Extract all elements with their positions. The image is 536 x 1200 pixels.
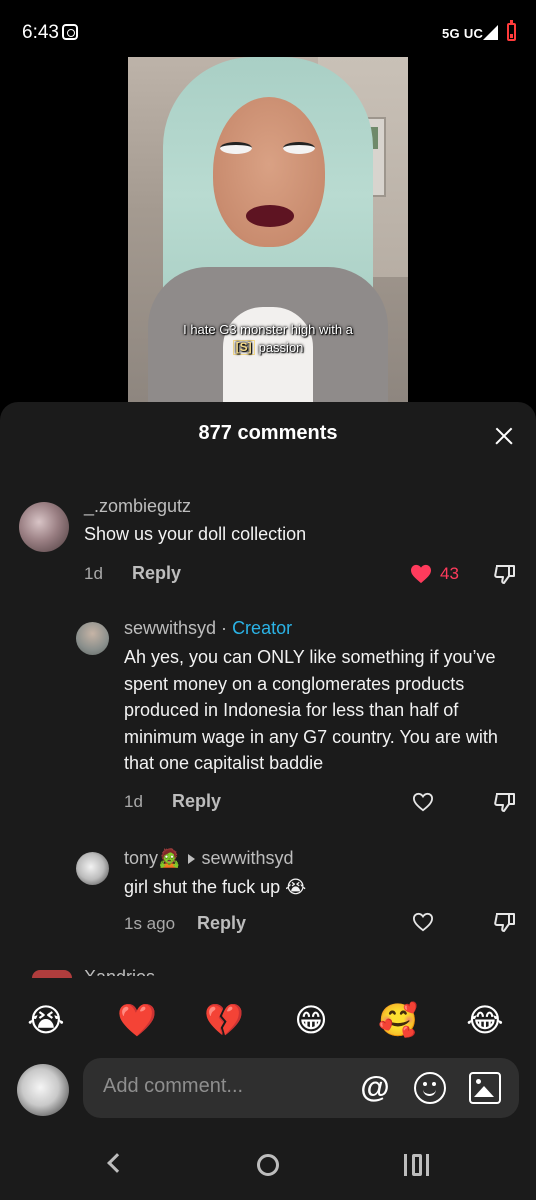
heart-outline-icon[interactable] <box>412 912 434 932</box>
like-count: 43 <box>440 564 459 583</box>
video-caption-line2: passion <box>258 340 304 355</box>
emoji-crying-button[interactable]: 😭 <box>24 1000 68 1040</box>
mention-icon[interactable]: @ <box>359 1072 391 1104</box>
comment-input-row: Add comment... @ <box>0 1048 536 1128</box>
video-subject-eye-right <box>283 142 315 154</box>
signal-icon <box>483 25 498 40</box>
emoji-icon[interactable] <box>414 1072 446 1104</box>
battery-icon <box>507 20 516 41</box>
reply-to-username[interactable]: sewwithsyd <box>201 848 293 868</box>
recent-apps-bar-right <box>426 1154 429 1176</box>
back-icon[interactable] <box>107 1153 127 1173</box>
username-separator: · <box>221 618 228 638</box>
video-subject-lips <box>246 205 294 227</box>
instagram-notification-icon <box>62 24 78 40</box>
heart-outline-icon[interactable] <box>412 792 434 812</box>
comment-time: 1s ago <box>124 914 176 933</box>
comment-time: 1d <box>124 792 143 811</box>
image-icon[interactable] <box>469 1072 501 1104</box>
comment-username[interactable]: _.zombiegutz <box>84 496 191 517</box>
video-subject-eye-left <box>220 142 252 154</box>
comment-username[interactable]: Xandrios <box>84 966 155 976</box>
reply-button[interactable]: Reply <box>132 563 181 584</box>
reply-button[interactable]: Reply <box>197 913 246 934</box>
dislike-icon[interactable] <box>493 910 517 934</box>
video-caption: I hate G3 monster high with a [S] passio… <box>148 321 388 356</box>
emoji-laughing-button[interactable]: 😂 <box>463 1000 507 1040</box>
emoji-broken-heart-button[interactable]: 💔 <box>202 1000 246 1040</box>
comment-input[interactable]: Add comment... @ <box>83 1058 519 1118</box>
my-avatar <box>17 1064 69 1116</box>
video-caption-line1: I hate G3 monster high with a <box>183 322 353 337</box>
comments-count-title: 877 comments <box>198 422 338 444</box>
creator-badge: Creator <box>232 618 293 638</box>
reply-arrow-icon <box>188 853 196 864</box>
avatar[interactable] <box>32 970 72 978</box>
close-icon[interactable] <box>490 422 520 452</box>
recent-apps-icon[interactable] <box>404 1154 430 1176</box>
caption-sticker: [S] <box>232 340 255 355</box>
system-navigation-bar <box>0 1128 536 1200</box>
comment-username[interactable]: tony🧟 <box>124 848 180 868</box>
comment-username[interactable]: sewwithsyd <box>124 618 216 638</box>
reply-button[interactable]: Reply <box>172 791 221 812</box>
comment-text: girl shut the fuck up 😭 <box>124 877 307 897</box>
emoji-hearts-face-button[interactable]: 🥰 <box>376 1000 420 1040</box>
comment-username-row: sewwithsyd · Creator <box>124 618 292 639</box>
status-time: 6:43 <box>22 22 59 43</box>
recent-apps-box <box>412 1154 422 1176</box>
dislike-icon[interactable] <box>493 790 517 814</box>
emoji-quick-bar: 😭 ❤️ 💔 😁 🥰 😂 <box>0 992 536 1048</box>
emoji-heart-button[interactable]: ❤️ <box>115 1000 159 1040</box>
avatar[interactable] <box>76 852 109 885</box>
network-type: 5G UC <box>442 26 484 41</box>
heart-filled-icon[interactable] <box>410 564 432 584</box>
recent-apps-bar-left <box>404 1154 407 1176</box>
avatar[interactable] <box>76 622 109 655</box>
comment-text: Show us your doll collection <box>84 524 307 544</box>
home-icon[interactable] <box>257 1154 279 1176</box>
comment-time: 1d <box>84 564 103 583</box>
video-player[interactable]: I hate G3 monster high with a [S] passio… <box>128 57 408 402</box>
emoji-grin-button[interactable]: 😁 <box>289 1000 333 1040</box>
avatar[interactable] <box>19 502 69 552</box>
comment-username-row: tony🧟 sewwithsyd <box>124 848 293 869</box>
comment-input-placeholder: Add comment... <box>103 1075 244 1097</box>
comment-text: Ah yes, you can ONLY like something if y… <box>124 647 498 773</box>
status-bar: 6:43 5G UC <box>0 0 536 64</box>
dislike-icon[interactable] <box>493 562 517 586</box>
video-caption-line2-wrap: [S] passion <box>232 339 304 356</box>
